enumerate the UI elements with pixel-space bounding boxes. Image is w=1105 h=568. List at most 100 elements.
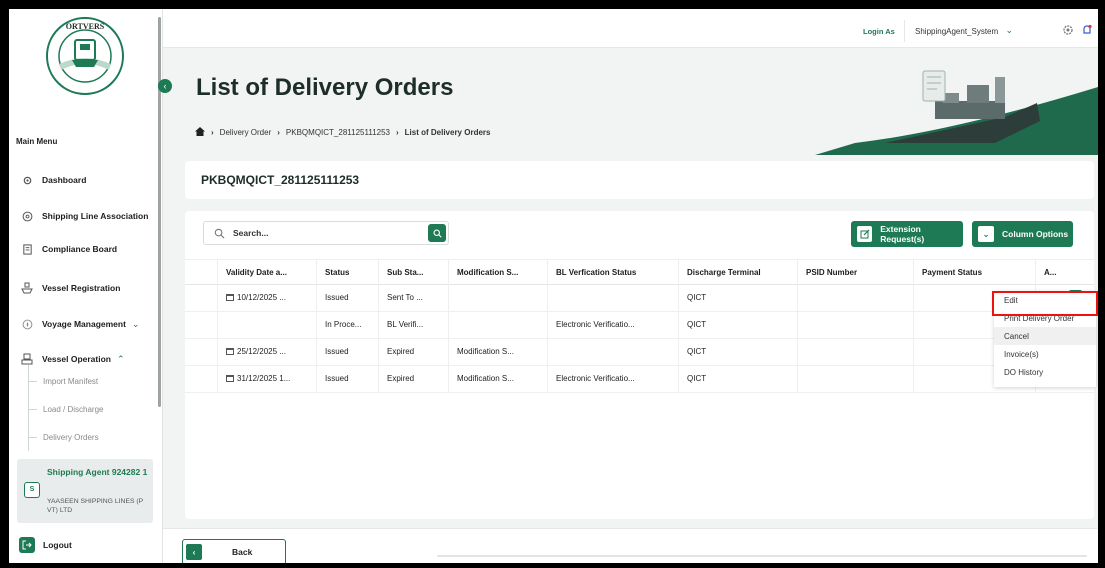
column-header[interactable]: Discharge Terminal: [678, 260, 797, 284]
chevron-up-icon: ⌃: [116, 353, 125, 364]
role-select[interactable]: ShippingAgent_System ⌄: [904, 20, 1019, 42]
column-options-button[interactable]: ⌄ Column Options: [972, 221, 1073, 247]
chevron-down-icon: ⌄: [131, 318, 140, 329]
terminal-cell: QICT: [678, 365, 797, 392]
modification-cell: Modification S...: [448, 338, 547, 365]
column-header[interactable]: Sub Sta...: [378, 260, 448, 284]
search-icon: [214, 228, 225, 238]
modification-cell: Modification S...: [448, 365, 547, 392]
horizontal-scrollbar[interactable]: [437, 555, 1087, 557]
status-cell: In Proce...: [316, 311, 378, 338]
do-number-card: PKBQMQICT_281125111253: [185, 161, 1094, 199]
svg-text:ORTVERS: ORTVERS: [66, 22, 105, 31]
breadcrumb-delivery-order[interactable]: Delivery Order: [220, 128, 272, 137]
status-cell: Issued: [316, 284, 378, 311]
search-input[interactable]: [231, 227, 415, 239]
breadcrumb-separator-icon: ›: [277, 128, 280, 137]
highlight-box: [992, 291, 1098, 316]
calendar-icon: [226, 375, 234, 382]
nav-label: Vessel Operation: [42, 354, 111, 364]
terminal-cell: QICT: [678, 311, 797, 338]
column-header[interactable]: BL Verfication Status: [547, 260, 678, 284]
column-header[interactable]: PSID Number: [797, 260, 913, 284]
search-button[interactable]: [428, 224, 446, 242]
topbar: Login As ShippingAgent_System ⌄: [163, 9, 1098, 48]
table-header: Validity Date a... Status Sub Sta... Mod…: [185, 259, 1094, 285]
nav-compliance-board[interactable]: Compliance Board: [9, 238, 162, 260]
menu-item-do-history[interactable]: DO History: [994, 363, 1096, 381]
column-header[interactable]: A...: [1035, 260, 1094, 284]
nav-label: Vessel Registration: [42, 283, 121, 293]
column-header[interactable]: Validity Date a...: [217, 260, 316, 284]
nav-label: Voyage Management: [42, 319, 126, 329]
column-header[interactable]: Payment Status: [913, 260, 1035, 284]
validity-cell: 25/12/2025 ...: [217, 338, 316, 365]
main-menu-heading: Main Menu: [16, 137, 58, 146]
avatar: S: [24, 482, 40, 498]
validity-cell: [217, 311, 316, 338]
terminal-cell: QICT: [678, 284, 797, 311]
delivery-orders-panel: Extension Request(s) ⌄ Column Options Va…: [185, 211, 1094, 519]
subnav-import-manifest[interactable]: Import Manifest: [28, 374, 99, 388]
column-header[interactable]: Status: [316, 260, 378, 284]
agent-title: Shipping Agent 924282 1: [47, 467, 148, 477]
table-row[interactable]: In Proce... BL Verifi... Electronic Veri…: [185, 311, 1094, 339]
breadcrumb-current: List of Delivery Orders: [404, 128, 491, 137]
bl-verification-cell: Electronic Verificatio...: [547, 311, 678, 338]
sub-status-cell: BL Verifi...: [378, 311, 448, 338]
back-button[interactable]: ‹ Back: [182, 539, 286, 563]
subnav-delivery-orders[interactable]: Delivery Orders: [28, 430, 99, 444]
nav-vessel-operation[interactable]: Vessel Operation ⌃: [9, 348, 162, 370]
gear-icon: [21, 174, 33, 186]
nav-voyage-management[interactable]: Voyage Management ⌄: [9, 313, 162, 335]
nav-label: Compliance Board: [42, 244, 118, 254]
psid-cell: [797, 284, 913, 311]
calendar-icon: [226, 294, 234, 301]
agent-card[interactable]: S Shipping Agent 924282 1 YAASEEN SHIPPI…: [17, 459, 153, 523]
back-label: Back: [232, 547, 253, 557]
table-row[interactable]: 25/12/2025 ... Issued Expired Modificati…: [185, 338, 1094, 366]
compass-icon: [21, 318, 33, 330]
cargo-ship-illustration: [815, 70, 1098, 155]
nav-vessel-registration[interactable]: Vessel Registration: [9, 277, 162, 299]
nav-label: Dashboard: [42, 175, 87, 185]
subnav-label: Import Manifest: [43, 376, 99, 386]
nav-shipping-line-association[interactable]: Shipping Line Association: [9, 205, 162, 227]
calendar-icon: [226, 348, 234, 355]
home-icon[interactable]: [195, 127, 205, 138]
subnav-load-discharge[interactable]: Load / Discharge: [28, 402, 104, 416]
menu-item-cancel[interactable]: Cancel: [994, 327, 1096, 345]
table-row[interactable]: 31/12/2025 1... Issued Expired Modificat…: [185, 365, 1094, 393]
menu-item-invoices[interactable]: Invoice(s): [994, 345, 1096, 363]
sub-status-cell: Expired: [378, 338, 448, 365]
notification-bell-icon[interactable]: [1080, 23, 1094, 37]
page-title: List of Delivery Orders: [196, 74, 454, 101]
sidebar-scrollbar[interactable]: [158, 17, 161, 407]
sidebar: ORTVERS Main Menu Dashboard Shipping Lin…: [9, 9, 163, 563]
breadcrumb-do-number[interactable]: PKBQMQICT_281125111253: [286, 128, 390, 137]
extension-requests-button[interactable]: Extension Request(s): [851, 221, 963, 247]
subnav-label: Load / Discharge: [43, 404, 104, 414]
breadcrumb-separator-icon: ›: [211, 128, 214, 137]
logout-button[interactable]: Logout: [19, 537, 72, 553]
document-icon: [21, 243, 33, 255]
ship-icon: [21, 282, 33, 294]
chevron-down-icon: ⌄: [1005, 25, 1013, 35]
nav-dashboard[interactable]: Dashboard: [9, 169, 162, 191]
bl-verification-cell: [547, 338, 678, 365]
chevron-left-icon: ‹: [186, 544, 202, 560]
sidebar-collapse-button[interactable]: ‹: [158, 79, 172, 93]
logout-label: Logout: [43, 540, 72, 550]
breadcrumb: › Delivery Order › PKBQMQICT_28112511125…: [195, 127, 490, 138]
chevron-down-icon: ⌄: [978, 226, 994, 242]
settings-gear-icon[interactable]: [1061, 23, 1075, 37]
search-icon: [432, 228, 442, 238]
logout-icon: [19, 537, 35, 553]
modification-cell: [448, 284, 547, 311]
do-number: PKBQMQICT_281125111253: [201, 173, 360, 187]
table-row[interactable]: 10/12/2025 ... Issued Sent To ... QICT ⋮: [185, 284, 1094, 312]
role-value: ShippingAgent_System: [915, 26, 999, 36]
column-header[interactable]: Modification S...: [448, 260, 547, 284]
app-window: ORTVERS Main Menu Dashboard Shipping Lin…: [9, 9, 1098, 563]
bl-verification-cell: Electronic Verificatio...: [547, 365, 678, 392]
